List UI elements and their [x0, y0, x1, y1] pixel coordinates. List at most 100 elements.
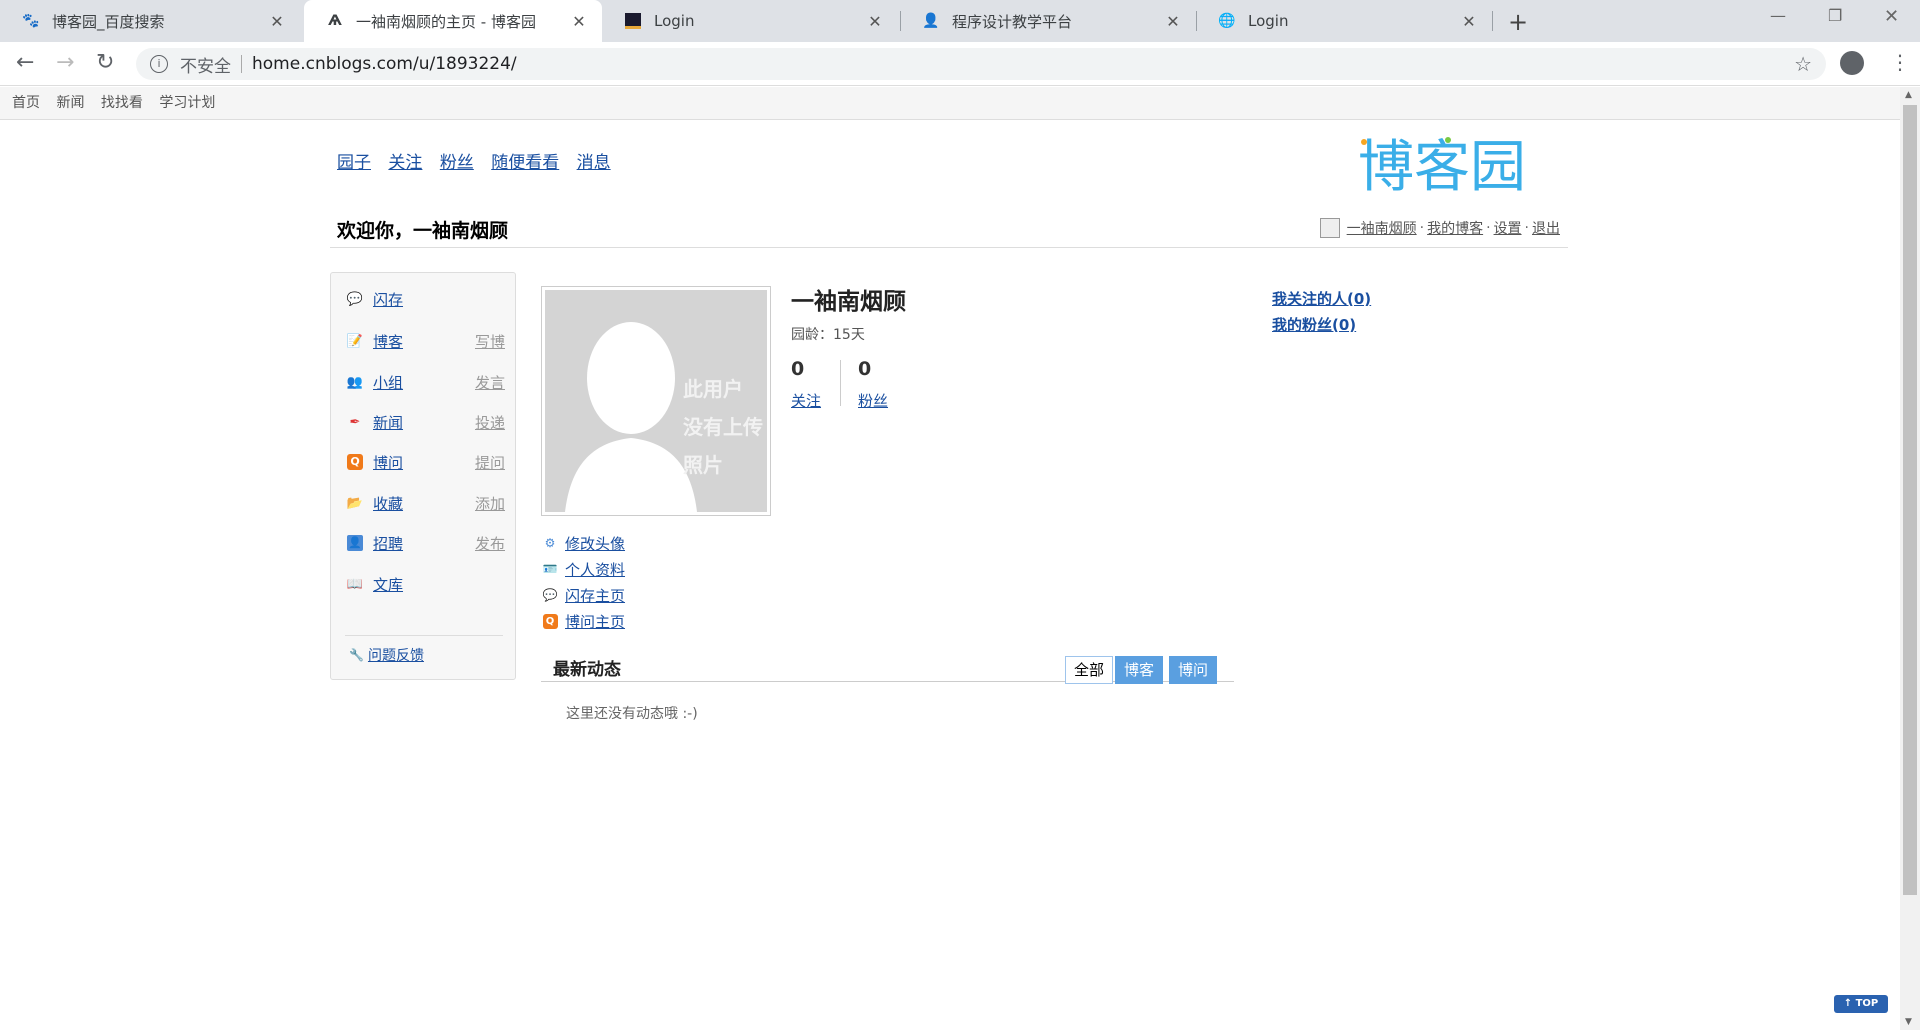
user-name-link[interactable]: 一袖南烟顾 — [1347, 218, 1417, 238]
browser-tab-4[interactable]: 👤 程序设计教学平台 ✕ — [900, 0, 1196, 42]
sidebar-action-link[interactable]: 添加 — [475, 493, 505, 514]
sitebar-home[interactable]: 首页 — [12, 95, 40, 111]
logo-dot — [1445, 137, 1451, 143]
browser-tab-2[interactable]: Ѧ 一袖南烟顾的主页 - 博客园 ✕ — [304, 0, 602, 42]
sidebar-link[interactable]: 博问 — [373, 452, 403, 473]
my-blog-link[interactable]: 我的博客 — [1427, 218, 1483, 238]
close-icon[interactable]: ✕ — [1460, 12, 1478, 31]
avatar-placeholder: 此用户 没有上传 照片 — [545, 290, 767, 512]
sidebar-link[interactable]: 收藏 — [373, 493, 403, 514]
forward-icon[interactable]: → — [56, 50, 74, 75]
nav-followers[interactable]: 粉丝 — [440, 153, 474, 173]
dot-separator: · — [1524, 220, 1529, 236]
sidebar-action-link[interactable]: 发言 — [475, 372, 505, 393]
logo-dot — [1361, 139, 1367, 145]
reload-icon[interactable]: ↻ — [96, 50, 114, 75]
feedback-link[interactable]: 问题反馈 — [368, 645, 424, 665]
q-icon: Q — [541, 613, 559, 629]
profile-name: 一袖南烟顾 — [791, 289, 906, 315]
top-nav: 园子 关注 粉丝 随便看看 消息 — [337, 148, 623, 173]
back-icon[interactable]: ← — [16, 50, 34, 75]
edit-avatar-link[interactable]: 修改头像 — [565, 533, 625, 554]
tab-title: 博客园_百度搜索 — [52, 12, 165, 31]
logo-text: 博客园 — [1358, 135, 1526, 196]
bookmark-star-icon[interactable]: ☆ — [1794, 52, 1812, 76]
avatar-placeholder-text: 此用户 没有上传 照片 — [683, 377, 763, 477]
browser-tab-bar: 🐾 博客园_百度搜索 ✕ Ѧ 一袖南烟顾的主页 - 博客园 ✕ Login ✕ … — [0, 0, 1920, 42]
dot-separator: · — [1486, 220, 1491, 236]
mini-avatar[interactable] — [1319, 218, 1340, 238]
tab-title: Login — [654, 12, 695, 30]
tab-all[interactable]: 全部 — [1065, 656, 1114, 684]
my-followers-link[interactable]: 我的粉丝(0) — [1272, 312, 1371, 338]
nav-browse[interactable]: 随便看看 — [491, 153, 559, 173]
cnblogs-logo[interactable]: 博客园 — [1358, 132, 1568, 196]
close-icon[interactable]: ✕ — [570, 12, 588, 31]
account-icon[interactable] — [1840, 51, 1864, 75]
book-icon: 📖 — [346, 576, 364, 592]
sidebar-link[interactable]: 文库 — [373, 574, 403, 595]
info-icon[interactable]: i — [150, 55, 168, 73]
sitebar-news[interactable]: 新闻 — [56, 95, 84, 111]
scroll-up-icon[interactable]: ▲ — [1905, 90, 1912, 100]
person-card-icon: 👤 — [347, 535, 363, 551]
following-count: 0 — [791, 358, 805, 380]
scroll-thumb[interactable] — [1903, 105, 1917, 895]
sidebar-action-link[interactable]: 发布 — [475, 533, 505, 554]
new-tab-icon[interactable]: + — [1508, 8, 1528, 36]
follow-summary: 我关注的人(0) 我的粉丝(0) — [1272, 286, 1371, 338]
tab-blog[interactable]: 博客 — [1115, 656, 1164, 684]
profile-info-link[interactable]: 个人资料 — [565, 559, 625, 580]
sidebar-link[interactable]: 小组 — [373, 372, 403, 393]
q-home-link[interactable]: 博问主页 — [565, 611, 625, 632]
close-icon[interactable]: ✕ — [1164, 12, 1182, 31]
tab-title: 程序设计教学平台 — [952, 12, 1073, 31]
back-to-top-button[interactable]: ↑ TOP — [1834, 995, 1888, 1013]
browser-tab-1[interactable]: 🐾 博客园_百度搜索 ✕ — [0, 0, 300, 42]
sidebar-link[interactable]: 博客 — [373, 331, 403, 352]
sidebar-action-link[interactable]: 投递 — [475, 412, 505, 433]
sidebar-item-job: 👤 招聘 发布 — [345, 531, 505, 555]
sidebar-link[interactable]: 招聘 — [373, 533, 403, 554]
window-close-icon[interactable]: ✕ — [1884, 6, 1899, 27]
sidebar-action-link[interactable]: 写博 — [475, 331, 505, 352]
followers-link[interactable]: 粉丝 — [858, 390, 888, 411]
teacher-icon: 👤 — [922, 13, 940, 29]
logout-link[interactable]: 退出 — [1532, 218, 1560, 238]
browser-tab-3[interactable]: Login ✕ — [602, 0, 898, 42]
my-following-link[interactable]: 我关注的人(0) — [1272, 286, 1371, 312]
close-icon[interactable]: ✕ — [866, 12, 884, 31]
menu-icon[interactable]: ⋮ — [1890, 50, 1910, 74]
following-link[interactable]: 关注 — [791, 390, 821, 411]
avatar[interactable]: 此用户 没有上传 照片 — [541, 286, 771, 516]
minimize-icon[interactable]: — — [1770, 6, 1786, 25]
feed-title: 最新动态 — [553, 660, 621, 680]
ing-home-link[interactable]: 闪存主页 — [565, 585, 625, 606]
followers-count: 0 — [858, 358, 872, 380]
gear-icon: ⚙ — [544, 536, 556, 550]
sitebar-search[interactable]: 找找看 — [101, 95, 143, 111]
close-icon[interactable]: ✕ — [268, 12, 286, 31]
news-icon: ✒ — [349, 414, 361, 430]
sitebar-study-plan[interactable]: 学习计划 — [159, 95, 215, 111]
sidebar-link[interactable]: 闪存 — [373, 289, 403, 310]
tab-q[interactable]: 博问 — [1169, 656, 1218, 684]
chat-bubble-icon: 💬 — [542, 588, 558, 602]
nav-following[interactable]: 关注 — [388, 153, 422, 173]
nav-garden[interactable]: 园子 — [337, 153, 371, 173]
tab-separator — [1492, 11, 1493, 31]
security-label[interactable]: 不安全 — [180, 52, 231, 77]
browser-tab-5[interactable]: 🌐 Login ✕ — [1196, 0, 1492, 42]
page-scrollbar[interactable]: ▲ ▼ — [1900, 87, 1920, 1030]
site-top-bar: 首页 新闻 找找看 学习计划 — [0, 87, 1900, 120]
stat-divider — [840, 360, 841, 406]
scroll-down-icon[interactable]: ▼ — [1905, 1017, 1912, 1027]
omnibox-divider — [241, 55, 242, 73]
address-bar[interactable]: i 不安全 home.cnblogs.com/u/1893224/ ☆ — [136, 48, 1826, 80]
sidebar-action-link[interactable]: 提问 — [475, 452, 505, 473]
nav-messages[interactable]: 消息 — [577, 153, 611, 173]
url-text[interactable]: home.cnblogs.com/u/1893224/ — [252, 54, 517, 74]
sidebar-link[interactable]: 新闻 — [373, 412, 403, 433]
restore-icon[interactable]: ❐ — [1828, 6, 1842, 25]
settings-link[interactable]: 设置 — [1494, 218, 1522, 238]
